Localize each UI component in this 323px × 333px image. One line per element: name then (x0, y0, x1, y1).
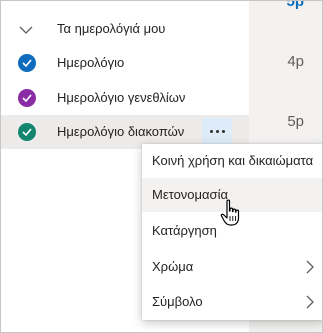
menu-item-label: Χρώμα (152, 259, 194, 274)
checked-icon[interactable] (18, 123, 36, 141)
more-options-button[interactable] (202, 118, 232, 144)
chevron-down-icon[interactable] (19, 25, 33, 35)
calendar-item-label: Ημερολόγιο (57, 55, 125, 70)
chevron-right-icon (306, 295, 314, 309)
chevron-right-icon (306, 260, 314, 274)
menu-item-label: Μετονομασία (152, 187, 228, 202)
checked-icon[interactable] (18, 89, 36, 107)
menu-item-label: Σύμβολο (152, 294, 203, 309)
calendar-panel: 5p 4p 5p Τα ημερολόγιά μου Ημερολόγιο Ημ… (0, 0, 323, 333)
menu-item-color[interactable]: Χρώμα (142, 250, 322, 284)
time-label-5p: 5p (287, 113, 304, 130)
calendar-group-title: Τα ημερολόγιά μου (57, 21, 166, 36)
checked-icon[interactable] (18, 54, 36, 72)
time-label-top: 5p (286, 0, 304, 10)
hand-pointer-cursor-icon (220, 199, 240, 226)
menu-item-label: Κοινή χρήση και δικαιώματα (152, 153, 314, 168)
calendar-item-birthdays[interactable]: Ημερολόγιο γενεθλίων (1, 81, 249, 115)
calendar-item-label: Ημερολόγιο γενεθλίων (57, 90, 186, 105)
menu-item-label: Κατάργηση (152, 223, 217, 238)
menu-item-share-permissions[interactable]: Κοινή χρήση και δικαιώματα (142, 144, 322, 178)
calendar-group-header[interactable]: Τα ημερολόγιά μου (1, 13, 249, 43)
menu-item-symbol[interactable]: Σύμβολο (142, 285, 322, 319)
more-horizontal-icon (209, 129, 213, 133)
calendar-item-label: Ημερολόγιο διακοπών (57, 124, 185, 139)
calendar-item-calendar[interactable]: Ημερολόγιο (1, 46, 249, 80)
time-label-4p: 4p (287, 53, 304, 70)
calendar-context-menu: Κοινή χρήση και δικαιώματα Μετονομασία Κ… (142, 144, 322, 320)
